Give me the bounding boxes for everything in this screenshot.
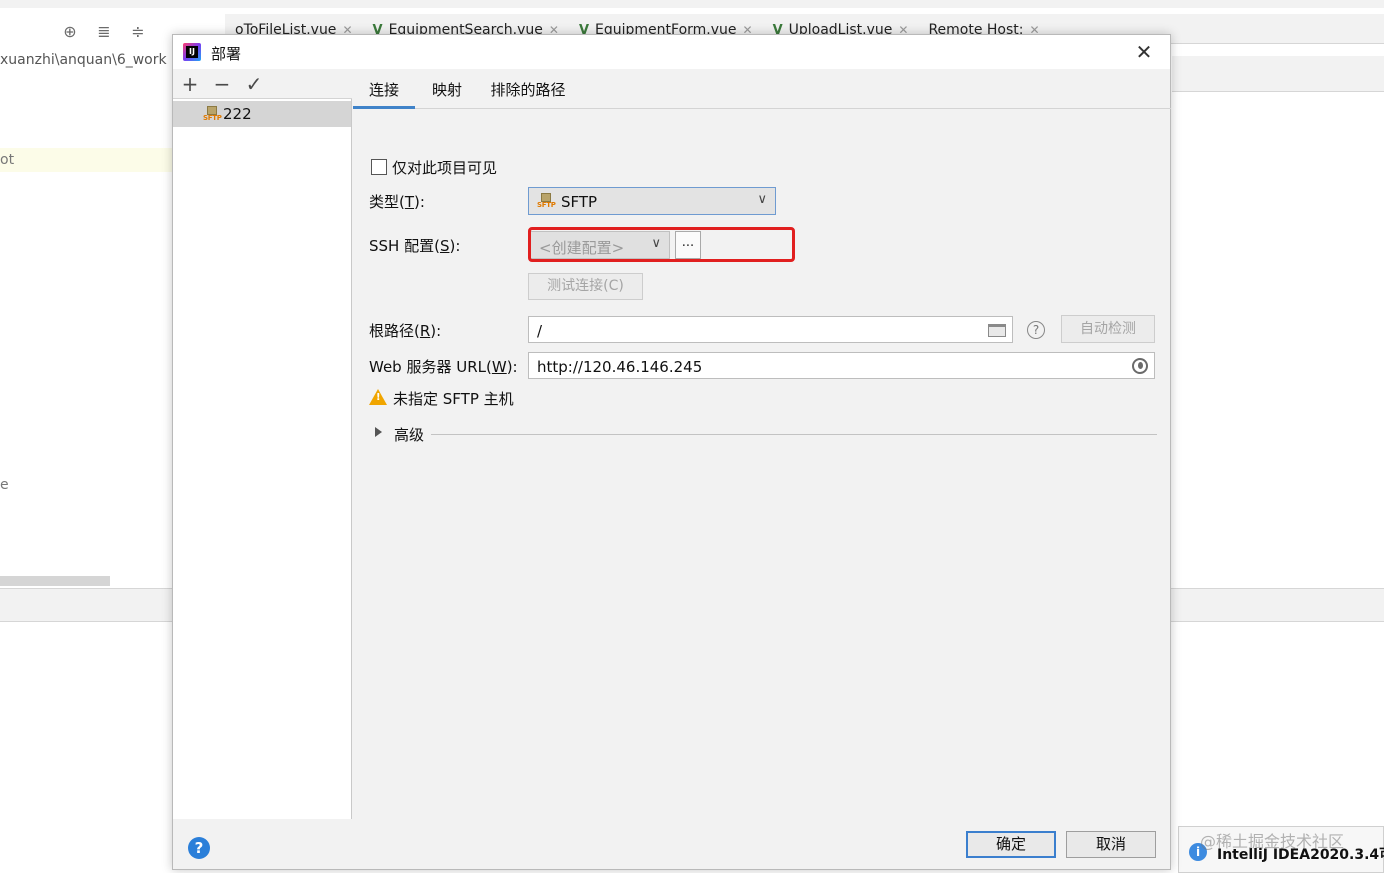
root-path-input[interactable]: / (528, 316, 1013, 343)
intellij-icon: IJ (183, 43, 201, 61)
dialog-footer: ? 确定 取消 (173, 819, 1170, 869)
root-path-value: / (537, 322, 543, 340)
section-divider (431, 434, 1157, 435)
project-path: xuanzhi\anquan\6_work (0, 52, 167, 68)
dialog-title: 部署 (211, 45, 242, 63)
dialog-titlebar: IJ 部署 ✕ (173, 35, 1170, 69)
target-icon[interactable]: ⊕ (58, 20, 82, 42)
sftp-badge-label: SFTP (537, 201, 556, 209)
line-highlight (0, 148, 172, 172)
sftp-server-icon: SFTP (537, 193, 556, 209)
visible-only-label: 仅对此项目可见 (392, 159, 498, 177)
sftp-badge-label: SFTP (203, 114, 222, 122)
warning-text: 未指定 SFTP 主机 (393, 390, 514, 408)
test-connection-button[interactable]: 测试连接(C) (528, 273, 643, 300)
server-name: 222 (223, 105, 252, 123)
cancel-button[interactable]: 取消 (1066, 831, 1156, 858)
ok-button[interactable]: 确定 (966, 831, 1056, 858)
tab-connection[interactable]: 连接 (353, 79, 415, 109)
expand-triangle-icon[interactable] (375, 427, 382, 437)
server-list-toolbar: + − ✓ (173, 69, 352, 99)
warning-icon: ! (369, 389, 387, 405)
connection-panel: 连接 映射 排除的路径 仅对此项目可见 类型(T): SFTP SFTP ∨ S… (353, 69, 1171, 819)
sidebar-fragment: ot (0, 152, 15, 168)
ide-right-toolbar (1172, 56, 1384, 92)
folder-icon[interactable] (988, 324, 1006, 337)
web-server-url-label: Web 服务器 URL(W): (369, 358, 518, 376)
add-icon[interactable]: + (179, 72, 201, 96)
advanced-section-label[interactable]: 高级 (394, 424, 424, 445)
annotation-highlight-box (528, 227, 795, 262)
horizontal-scrollbar[interactable] (0, 576, 110, 586)
type-label: 类型(T): (369, 193, 425, 211)
tab-excluded-paths[interactable]: 排除的路径 (483, 79, 573, 109)
ide-toolbar: ⊕ ≣ ≑ (58, 20, 150, 42)
check-icon[interactable]: ✓ (243, 72, 265, 96)
tab-mappings[interactable]: 映射 (419, 79, 475, 109)
watermark: @稀土掘金技术社区 (1200, 832, 1345, 851)
auto-detect-button[interactable]: 自动检测 (1061, 315, 1155, 343)
server-list-panel: + − ✓ SFTP 222 (173, 69, 352, 819)
type-value: SFTP (561, 193, 598, 211)
sftp-server-icon: SFTP (203, 106, 222, 122)
close-icon[interactable]: ✕ (1131, 39, 1157, 65)
ide-top-strip (0, 0, 1384, 8)
expand-all-icon[interactable]: ≣ (92, 20, 116, 42)
globe-icon[interactable] (1132, 358, 1148, 374)
settings-tabs: 连接 映射 排除的路径 (353, 69, 1171, 109)
collapse-all-icon[interactable]: ≑ (126, 20, 150, 42)
web-server-url-input[interactable]: http://120.46.146.245 (528, 352, 1155, 379)
deployment-dialog: IJ 部署 ✕ + − ✓ SFTP 222 连接 映射 排除的路径 仅对此项目… (172, 34, 1171, 870)
sidebar-fragment: e (0, 477, 9, 493)
web-server-url-value: http://120.46.146.245 (537, 358, 703, 376)
remove-icon[interactable]: − (211, 72, 233, 96)
visible-only-checkbox[interactable] (371, 159, 387, 175)
help-button[interactable]: ? (188, 837, 210, 859)
ssh-config-label: SSH 配置(S): (369, 237, 461, 255)
help-icon[interactable]: ? (1027, 321, 1045, 339)
server-item[interactable]: SFTP 222 (173, 101, 351, 127)
chevron-down-icon: ∨ (757, 192, 767, 207)
type-select[interactable]: SFTP SFTP ∨ (528, 187, 776, 215)
root-path-label: 根路径(R): (369, 322, 442, 340)
